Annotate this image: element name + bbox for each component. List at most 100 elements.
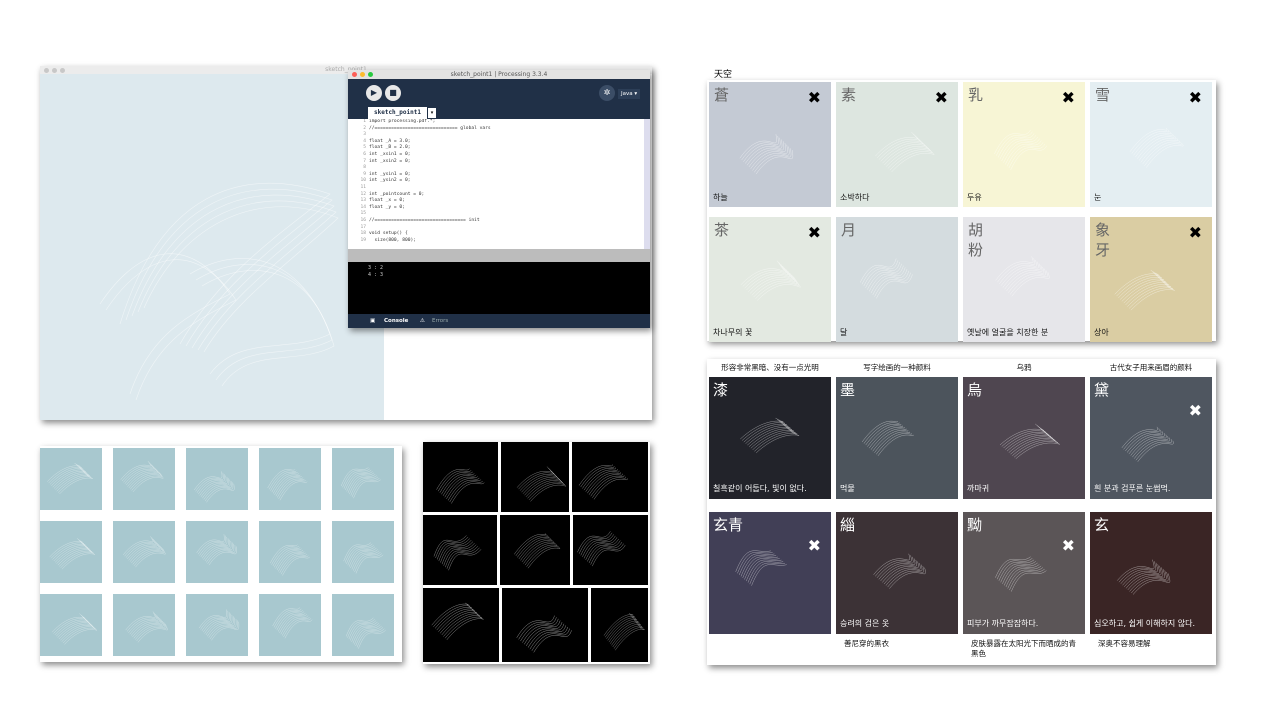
- color-tile[interactable]: 漆 칠흑같이 어둡다, 빛이 없다.: [709, 377, 831, 499]
- console-icon: ▣: [370, 318, 376, 324]
- color-tile[interactable]: 乳 ✖ 두유: [963, 82, 1085, 207]
- processing-ide-window: sketch_point1 | Processing 3.3.4 ▶ ■ ✲ J…: [348, 70, 650, 328]
- line-art: [578, 464, 628, 500]
- sketch-thumbnail: [259, 448, 321, 510]
- line-art: [577, 531, 626, 567]
- line-art: [267, 469, 308, 501]
- stop-icon: ■: [389, 88, 397, 97]
- line-art: [345, 617, 386, 649]
- editor-scrollbar[interactable]: [644, 119, 650, 249]
- line-art: [995, 556, 1047, 592]
- line-art: [272, 607, 313, 639]
- line-numbers: 1 2 3 4 5 6 7 8 9 10 11 12 13 14 15 16 1…: [360, 119, 366, 243]
- sketch-canvas: [40, 74, 384, 420]
- editor-status-bar: [348, 249, 650, 262]
- line-art: [343, 542, 384, 574]
- line-art: [740, 260, 801, 301]
- line-art: [123, 536, 166, 568]
- line-art: [516, 466, 566, 502]
- color-tile[interactable]: 象牙 ✖ 상아: [1090, 217, 1212, 342]
- line-art: [603, 613, 645, 651]
- line-art: [270, 544, 310, 576]
- sketch-thumbnail: [186, 594, 248, 656]
- close-icon[interactable]: ✖: [808, 223, 821, 242]
- tile-hanzi: 月: [841, 221, 857, 239]
- stop-button[interactable]: ■: [385, 85, 401, 101]
- tile-korean-label: 두유: [967, 193, 982, 202]
- line-art: [194, 471, 235, 503]
- tile-hanzi: 雪: [1095, 86, 1111, 104]
- mode-selector[interactable]: Java ▾: [618, 89, 641, 99]
- color-tile[interactable]: 蒼 ✖ 하늘: [709, 82, 831, 207]
- close-icon[interactable]: ✖: [1189, 223, 1202, 242]
- line-art: [47, 462, 93, 495]
- sketch-thumbnail: [423, 442, 498, 512]
- tab-console[interactable]: Console: [384, 316, 408, 326]
- tile-hanzi: 烏: [967, 381, 983, 399]
- tile-hanzi: 素: [841, 86, 857, 104]
- color-tile[interactable]: 烏 까마귀: [963, 377, 1085, 499]
- color-tile[interactable]: 月 달: [836, 217, 958, 342]
- tile-caption: 善尼穿的黑衣: [844, 639, 889, 648]
- line-art: [995, 256, 1050, 297]
- line-art: [431, 602, 484, 640]
- sketch-thumbnail: [572, 442, 648, 512]
- code-editor[interactable]: 1 2 3 4 5 6 7 8 9 10 11 12 13 14 15 16 1…: [348, 119, 644, 249]
- sketch-thumbnail: [186, 521, 248, 583]
- close-icon[interactable]: ✖: [1189, 401, 1202, 420]
- close-icon[interactable]: ✖: [808, 88, 821, 107]
- sketch-thumbnail: [113, 448, 175, 510]
- line-art: [740, 417, 800, 454]
- tile-korean-label: 까마귀: [967, 484, 990, 493]
- color-tile[interactable]: 墨 먹물: [836, 377, 958, 499]
- tab-sketch-point1[interactable]: sketch_point1: [368, 107, 427, 119]
- color-tile[interactable]: 黝 ✖ 피부가 까무잡잡하다.: [963, 512, 1085, 634]
- color-tile[interactable]: 茶 ✖ 차나무의 꽃: [709, 217, 831, 342]
- code-text[interactable]: import processing.pdf.*; //=============…: [369, 119, 644, 249]
- tab-errors[interactable]: Errors: [432, 316, 448, 326]
- sketch-thumbnail: [113, 521, 175, 583]
- line-art: [514, 533, 561, 569]
- close-icon[interactable]: ✖: [1062, 88, 1075, 107]
- tile-korean-label: 흰 분과 검푸른 눈썹먹.: [1094, 484, 1171, 493]
- line-art: [199, 609, 240, 641]
- color-tile[interactable]: 緇 승려의 검은 옷: [836, 512, 958, 634]
- sketch-thumbnail: [332, 594, 394, 656]
- color-tile[interactable]: 玄 심오하고, 쉽게 이해하지 않다.: [1090, 512, 1212, 634]
- close-icon[interactable]: ✖: [1189, 88, 1202, 107]
- tile-korean-label: 피부가 까무잡잡하다.: [967, 619, 1039, 628]
- sketch-thumbnail: [502, 588, 588, 662]
- close-icon[interactable]: ✖: [1062, 536, 1075, 555]
- tile-hanzi: 象牙: [1095, 221, 1111, 259]
- tile-hanzi: 墨: [840, 381, 856, 399]
- sketch-thumbnail: [501, 442, 569, 512]
- run-button[interactable]: ▶: [366, 85, 382, 101]
- line-art: [873, 553, 926, 589]
- line-art: [196, 534, 237, 566]
- color-tile[interactable]: 玄青 ✖: [709, 512, 831, 634]
- sketch-thumbnail: [500, 515, 570, 585]
- close-icon[interactable]: ✖: [808, 536, 821, 555]
- sketch-thumbnail: [40, 521, 102, 583]
- warning-icon: ⚠: [420, 318, 425, 324]
- color-tile[interactable]: 素 ✖ 소박하다: [836, 82, 958, 207]
- console-tab-bar: ▣ Console ⚠ Errors: [348, 314, 650, 328]
- tile-hanzi: 漆: [713, 381, 729, 399]
- bug-icon: ✲: [603, 88, 611, 97]
- tile-korean-label: 칠흑같이 어둡다, 빛이 없다.: [713, 484, 807, 493]
- tile-hanzi: 黛: [1094, 381, 1110, 399]
- color-tile[interactable]: 黛 ✖ 흰 분과 검푸른 눈썹먹.: [1090, 377, 1212, 499]
- light-sketch-grid: [40, 446, 402, 662]
- color-tile[interactable]: 胡粉 옛날에 얼굴을 치장한 분: [963, 217, 1085, 342]
- ide-toolbar: ▶ ■ ✲ Java ▾: [348, 79, 650, 107]
- tile-korean-label: 상아: [1094, 328, 1109, 337]
- close-icon[interactable]: ✖: [935, 88, 948, 107]
- debugger-button[interactable]: ✲: [599, 85, 615, 101]
- tab-menu-arrow[interactable]: ▾: [428, 108, 436, 118]
- sketch-thumbnail: [259, 594, 321, 656]
- tile-korean-label: 승려의 검은 옷: [840, 619, 890, 628]
- line-art: [52, 613, 98, 645]
- tile-korean-label: 소박하다: [840, 193, 870, 202]
- color-tile[interactable]: 雪 ✖ 눈: [1090, 82, 1212, 207]
- tile-hanzi: 黝: [967, 516, 983, 534]
